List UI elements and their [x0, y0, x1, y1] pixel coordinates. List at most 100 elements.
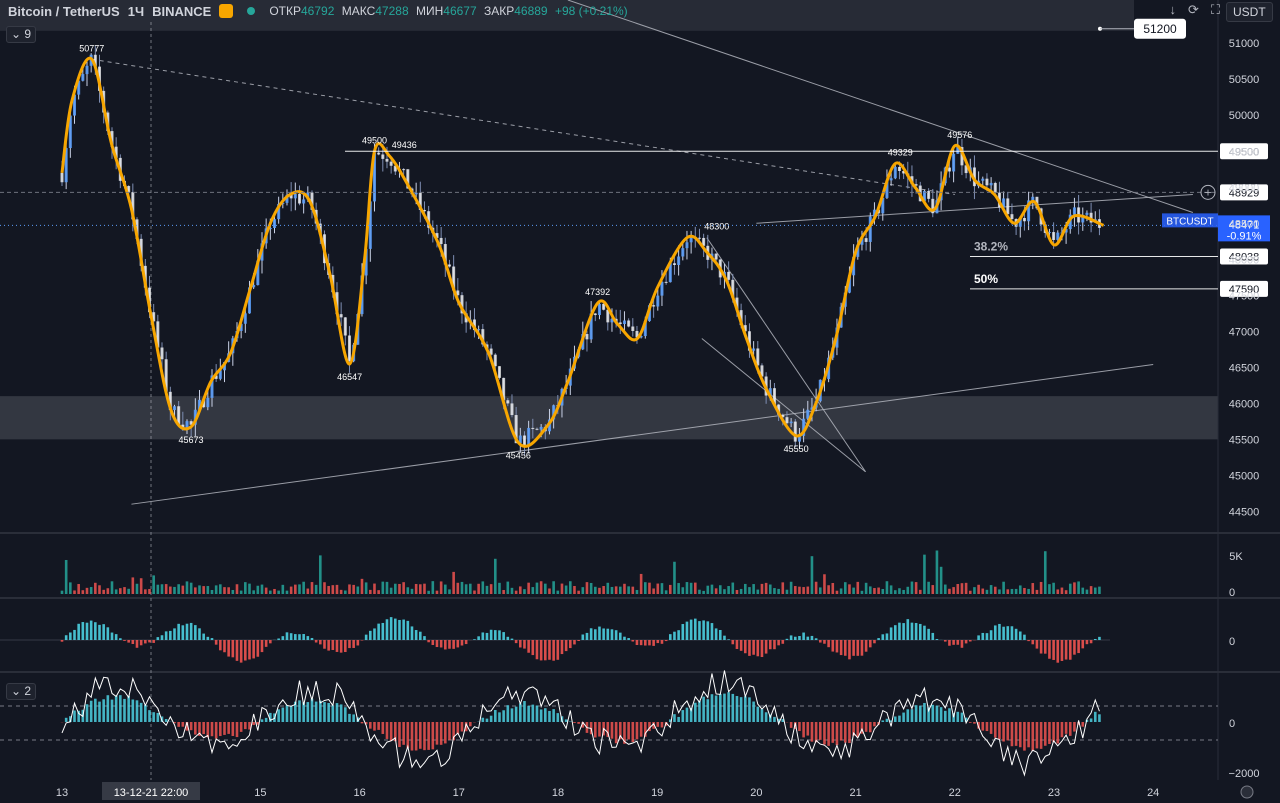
reload-icon[interactable]: ⟳ [1188, 2, 1199, 18]
volume-bar [943, 584, 947, 594]
volume-bar [727, 586, 730, 594]
osc-bar [1010, 722, 1014, 747]
swing-label: 45550 [784, 444, 809, 454]
volume-bar [210, 589, 214, 594]
osc-bar [735, 696, 739, 722]
macd-bar [302, 634, 305, 640]
osc-bar [552, 709, 555, 722]
volume-bar [331, 585, 335, 594]
volume-bar [593, 586, 597, 594]
candle-body [727, 271, 731, 280]
macd-bar [535, 640, 539, 660]
volume-bar [177, 584, 180, 594]
candle-body [493, 354, 497, 367]
macd-bar [339, 640, 343, 653]
volume-bar [639, 573, 643, 594]
osc-bar [227, 722, 230, 734]
high-value: 47288 [375, 4, 409, 18]
volume-bar [231, 590, 235, 594]
macd-bar [281, 636, 285, 640]
price-tick: 48000 [1229, 254, 1260, 266]
volume-bar [793, 586, 797, 594]
osc-bar [760, 709, 764, 722]
volume-bar [598, 587, 601, 594]
candle-body [447, 264, 451, 267]
macd-bar [648, 640, 651, 646]
volume-bar [1077, 581, 1080, 594]
macd-bar [177, 623, 180, 640]
macd-bar [614, 630, 618, 640]
macd-bar [631, 640, 635, 642]
osc-bar [319, 700, 322, 722]
osc-bar [956, 711, 960, 722]
candle-body [697, 237, 701, 239]
macd-bar [402, 619, 405, 640]
candle-body [339, 314, 343, 318]
macd-bar [798, 636, 801, 640]
volume-bar [773, 588, 776, 594]
volume-bar [114, 589, 118, 594]
volume-bar [752, 584, 755, 594]
macd-bar [406, 620, 410, 640]
osc-bar [544, 708, 547, 722]
fib-label: 50% [974, 272, 998, 286]
timeframe[interactable]: 1Ч [128, 4, 144, 19]
macd-bar [998, 623, 1001, 640]
currency-button[interactable]: USDT [1226, 2, 1273, 22]
macd-bar [164, 631, 168, 640]
time-axis[interactable]: 13 13-12-21 22:00 15 16 17 18 19 20 21 22 23 24 [0, 780, 1280, 803]
volume-bar [414, 583, 418, 594]
osc-bar [810, 722, 814, 742]
volume-bar [1027, 588, 1030, 594]
arrow-down-icon[interactable]: ↓ [1169, 2, 1176, 18]
macd-bar [256, 640, 260, 657]
osc-bar [631, 722, 635, 743]
candle-body [402, 169, 406, 171]
osc-bar [731, 693, 735, 722]
swing-label: 49329 [888, 148, 913, 158]
volume-bar [431, 581, 435, 594]
oscillator-toggle[interactable]: ⌄ 2 [6, 683, 37, 700]
osc-bar [548, 710, 551, 722]
macd-bar [94, 622, 97, 640]
volume-bar [635, 589, 639, 594]
osc-bar [523, 701, 526, 722]
macd-bar [348, 640, 351, 649]
time-tick: 15 [254, 787, 266, 799]
volume-bar [977, 584, 980, 594]
osc-bar [885, 718, 889, 722]
osc-bar [656, 722, 660, 727]
osc-tick: −2000 [1229, 768, 1260, 780]
macd-bar [185, 623, 189, 640]
symbol-name[interactable]: Bitcoin / TetherUS [8, 4, 120, 19]
volume-bar [94, 582, 97, 594]
macd-bar [139, 640, 143, 646]
volume-bar [481, 581, 485, 594]
volume-bar [348, 584, 351, 594]
osc-bar [144, 705, 147, 722]
volume-bar [931, 585, 935, 594]
macd-bar [764, 640, 768, 654]
osc-bar [348, 713, 351, 722]
fullscreen-icon[interactable]: ⛶ [1211, 2, 1220, 18]
macd-bar [69, 632, 72, 640]
macd-bar [114, 634, 118, 640]
volume-bar [64, 559, 68, 594]
volume-bar [573, 586, 576, 594]
macd-bar [927, 628, 930, 640]
candle-body [206, 397, 210, 408]
macd-bar [123, 640, 126, 641]
macd-bar [748, 640, 751, 656]
macd-bar [473, 639, 476, 640]
price-chart[interactable]: 50777 45673 49500 49436 46547 45456 47392 48300… [0, 0, 1280, 803]
indicator-toggle[interactable]: ⌄ 9 [6, 26, 37, 43]
macd-bar [352, 640, 355, 648]
volume-bar [131, 577, 135, 594]
macd-bar [89, 620, 93, 640]
candle-body [347, 335, 351, 362]
volume-bar [444, 584, 447, 594]
macd-bar [627, 638, 630, 640]
macd-bar [923, 625, 926, 640]
macd-bar [64, 635, 68, 640]
volume-bar [548, 588, 551, 594]
